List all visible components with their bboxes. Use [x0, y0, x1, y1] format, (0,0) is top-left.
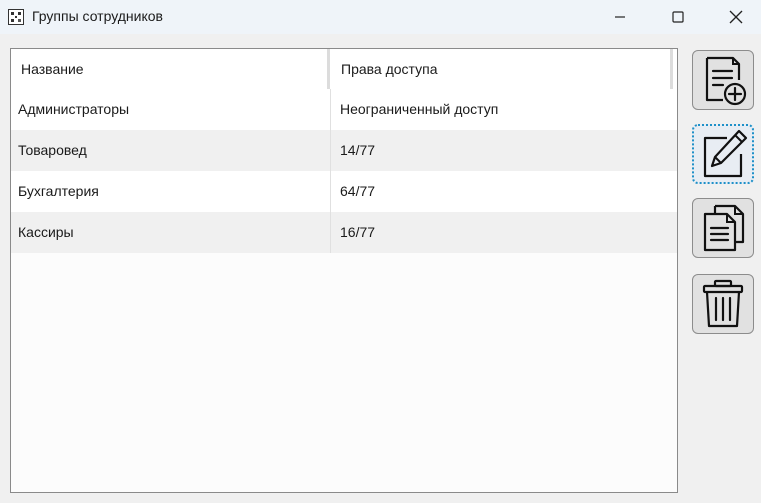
table-row[interactable]: Бухгалтерия 64/77 — [11, 171, 677, 212]
title-bar: Группы сотрудников — [0, 0, 761, 34]
cell-group-name: Товаровед — [18, 142, 87, 158]
cell-access-rights: 64/77 — [340, 183, 376, 199]
cell-access-rights: 14/77 — [340, 142, 376, 158]
maximize-icon — [672, 11, 684, 23]
maximize-button[interactable] — [649, 0, 707, 34]
column-header-name[interactable]: Название — [11, 49, 329, 89]
minimize-icon — [615, 16, 625, 18]
add-group-button[interactable] — [692, 50, 754, 110]
copy-document-icon — [703, 204, 745, 252]
add-document-icon — [705, 56, 747, 106]
cell-group-name: Администраторы — [18, 101, 130, 117]
grid-app-icon — [8, 9, 24, 25]
cell-group-name: Бухгалтерия — [18, 183, 99, 199]
table-header: Название Права доступа — [11, 49, 677, 90]
column-divider — [330, 130, 331, 171]
delete-group-button[interactable] — [692, 274, 754, 334]
column-header-access[interactable]: Права доступа — [331, 49, 673, 89]
copy-group-button[interactable] — [692, 198, 754, 258]
edit-document-icon — [703, 129, 748, 178]
close-button[interactable] — [707, 0, 761, 34]
cell-access-rights: 16/77 — [340, 224, 376, 240]
trash-icon — [702, 279, 744, 328]
cell-access-rights: Неограниченный доступ — [340, 101, 499, 117]
column-resize-handle[interactable] — [670, 49, 673, 89]
column-divider — [330, 212, 331, 253]
column-divider — [330, 89, 331, 130]
table-row[interactable]: Товаровед 14/77 — [11, 130, 677, 171]
close-icon — [729, 10, 743, 24]
edit-group-button[interactable] — [692, 124, 754, 184]
minimize-button[interactable] — [591, 0, 649, 34]
table-row[interactable]: Администраторы Неограниченный доступ — [11, 89, 677, 130]
window-title: Группы сотрудников — [32, 8, 163, 24]
cell-group-name: Кассиры — [18, 224, 74, 240]
table-row[interactable]: Кассиры 16/77 — [11, 212, 677, 253]
groups-table[interactable]: Название Права доступа Администраторы Не… — [10, 48, 678, 493]
column-resize-handle[interactable] — [327, 49, 330, 89]
column-divider — [330, 171, 331, 212]
